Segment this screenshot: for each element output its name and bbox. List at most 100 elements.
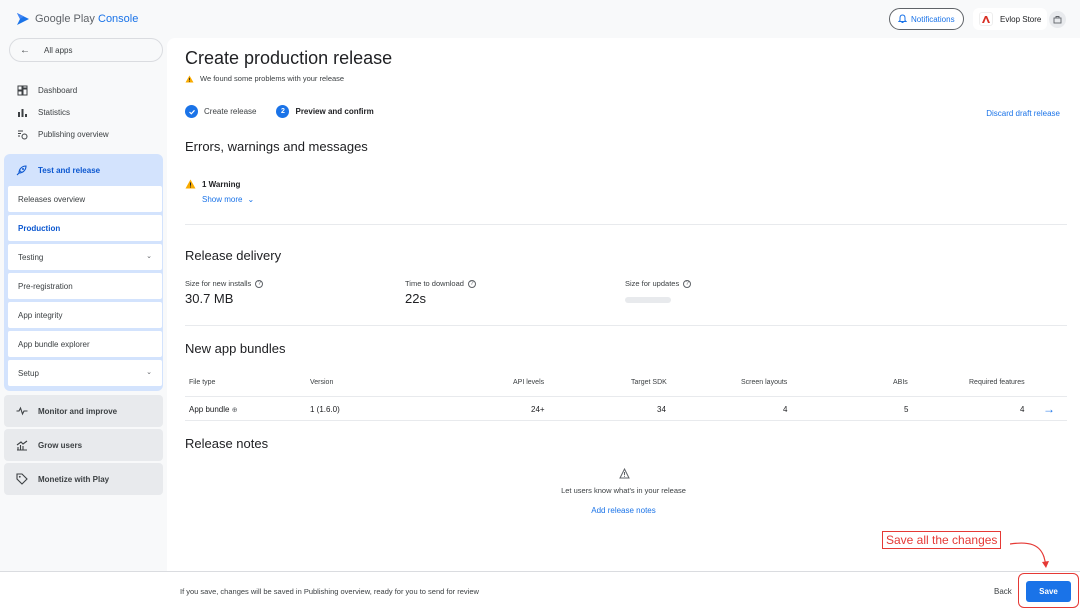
column-header: Target SDK [631, 379, 667, 386]
sidebar-item-production[interactable]: Production [8, 215, 162, 241]
column-header: Screen layouts [741, 379, 788, 386]
step-number-badge: 2 [276, 105, 290, 118]
test-and-release-header[interactable]: Test and release [16, 164, 100, 176]
required-features-cell: 4 [1020, 405, 1025, 414]
size-updates-loading-bar [625, 297, 671, 303]
annotation-arrow [1010, 542, 1049, 568]
help-icon[interactable]: ? [683, 279, 692, 288]
file-type-cell: App bundle ⊕ [189, 405, 238, 414]
grow-icon [16, 440, 28, 451]
test-and-release-group: Test and release Releases overview Produ… [4, 154, 163, 391]
sidebar: ← All apps Dashboard Statistics Publishi… [0, 38, 170, 571]
test-and-release-label: Test and release [38, 165, 101, 175]
tag-icon [16, 473, 28, 485]
warning-icon [185, 179, 196, 189]
annotation-callout: Save all the changes [882, 531, 1002, 549]
release-notes-title: Release notes [185, 436, 269, 451]
sidebar-item-label: Publishing overview [38, 129, 109, 139]
abis-cell: 5 [904, 405, 909, 414]
sidebar-item-dashboard[interactable]: Dashboard [16, 84, 77, 96]
publishing-icon [16, 128, 28, 140]
help-icon[interactable]: ? [255, 279, 264, 288]
step-preview-confirm: Preview and confirm [295, 107, 374, 116]
show-more-button[interactable]: Show more ⌄ [202, 195, 254, 204]
play-logo-icon [17, 13, 29, 25]
annotation-highlight-ring [1018, 573, 1079, 608]
bundle-icon: ⊕ [231, 407, 238, 414]
check-icon [185, 105, 198, 118]
warning-outline-icon [619, 468, 630, 479]
back-arrow-icon: ← [20, 44, 30, 56]
size-new-installs-label: Size for new installs? [185, 279, 264, 288]
sidebar-item-app-integrity[interactable]: App integrity [8, 302, 162, 328]
discard-draft-link[interactable]: Discard draft release [986, 109, 1060, 118]
sidebar-item-label: Statistics [38, 107, 71, 117]
column-header: Required features [969, 379, 1025, 386]
errors-section-title: Errors, warnings and messages [185, 139, 368, 154]
main-content: Create production release We found some … [167, 38, 1080, 571]
back-button[interactable]: Back [994, 587, 1012, 596]
time-to-download-label: Time to download? [405, 279, 476, 288]
store-logo-icon [979, 12, 993, 26]
warning-icon [185, 75, 194, 82]
size-updates-label: Size for updates? [625, 279, 692, 288]
dashboard-icon [16, 84, 28, 96]
all-apps-button[interactable]: ← All apps [9, 38, 163, 62]
version-cell: 1 (1.6.0) [310, 405, 340, 414]
release-stepper: Create release 2 Preview and confirm [185, 105, 374, 118]
footer-bar: If you save, changes will be saved in Pu… [0, 571, 1080, 610]
sidebar-item-statistics[interactable]: Statistics [16, 106, 70, 118]
sidebar-group-monetize[interactable]: Monetize with Play [4, 463, 163, 495]
notifications-label: Notifications [911, 14, 955, 24]
account-button[interactable] [1049, 11, 1066, 28]
screen-layouts-cell: 4 [783, 405, 788, 414]
all-apps-label: All apps [44, 45, 73, 55]
monitor-icon [16, 406, 28, 416]
sidebar-item-releases-overview[interactable]: Releases overview [8, 186, 162, 212]
sidebar-item-pre-registration[interactable]: Pre-registration [8, 273, 162, 299]
sidebar-group-monitor[interactable]: Monitor and improve [4, 395, 163, 427]
briefcase-icon [1053, 16, 1062, 24]
chevron-down-icon: ⌄ [247, 195, 255, 204]
divider [185, 325, 1067, 326]
sidebar-item-testing[interactable]: Testing ⌄ [8, 244, 162, 270]
rocket-icon [16, 165, 27, 176]
sidebar-item-app-bundle-explorer[interactable]: App bundle explorer [8, 331, 162, 357]
size-new-installs-value: 30.7 MB [185, 291, 234, 306]
release-notes-empty-message: Let users know what's in your release [561, 486, 686, 495]
page-title: Create production release [185, 48, 393, 68]
chevron-down-icon: ⌄ [146, 253, 152, 260]
top-bar: Google Play Console Notifications Evlop … [0, 0, 1080, 38]
time-to-download-value: 22s [405, 291, 426, 306]
logo-text: Google Play Console [35, 13, 139, 25]
help-icon[interactable]: ? [467, 279, 476, 288]
column-header: Version [310, 379, 334, 386]
bundles-table-header: File type Version API levels Target SDK … [185, 373, 1067, 393]
sidebar-item-publishing-overview[interactable]: Publishing overview [16, 128, 109, 140]
notifications-button[interactable]: Notifications [889, 8, 964, 30]
store-selector[interactable]: Evlop Store [973, 8, 1048, 30]
divider [185, 224, 1067, 225]
column-header: File type [189, 379, 216, 386]
add-release-notes-link[interactable]: Add release notes [167, 506, 1080, 515]
footer-message: If you save, changes will be saved in Pu… [180, 587, 479, 596]
sidebar-item-label: Dashboard [38, 85, 78, 95]
store-name: Evlop Store [1000, 14, 1042, 24]
warning-count-row: 1 Warning [185, 179, 240, 189]
release-warning-banner: We found some problems with your release [185, 74, 344, 83]
bell-icon [898, 14, 907, 23]
delivery-section-title: Release delivery [185, 248, 282, 263]
column-header: API levels [513, 379, 545, 386]
play-console-logo[interactable]: Google Play Console [16, 12, 138, 26]
step-create-release[interactable]: Create release [204, 107, 256, 116]
target-sdk-cell: 34 [657, 405, 666, 414]
chevron-down-icon: ⌄ [146, 369, 152, 376]
sidebar-group-grow-users[interactable]: Grow users [4, 429, 163, 461]
api-levels-cell: 24+ [531, 405, 545, 414]
sidebar-item-setup[interactable]: Setup ⌄ [8, 360, 162, 386]
bundles-section-title: New app bundles [185, 341, 286, 356]
bar-chart-icon [16, 106, 28, 118]
table-row[interactable]: App bundle ⊕ 1 (1.6.0) 24+ 34 4 5 4 → [185, 396, 1067, 421]
arrow-right-icon[interactable]: → [1043, 402, 1055, 416]
column-header: ABIs [893, 379, 908, 386]
